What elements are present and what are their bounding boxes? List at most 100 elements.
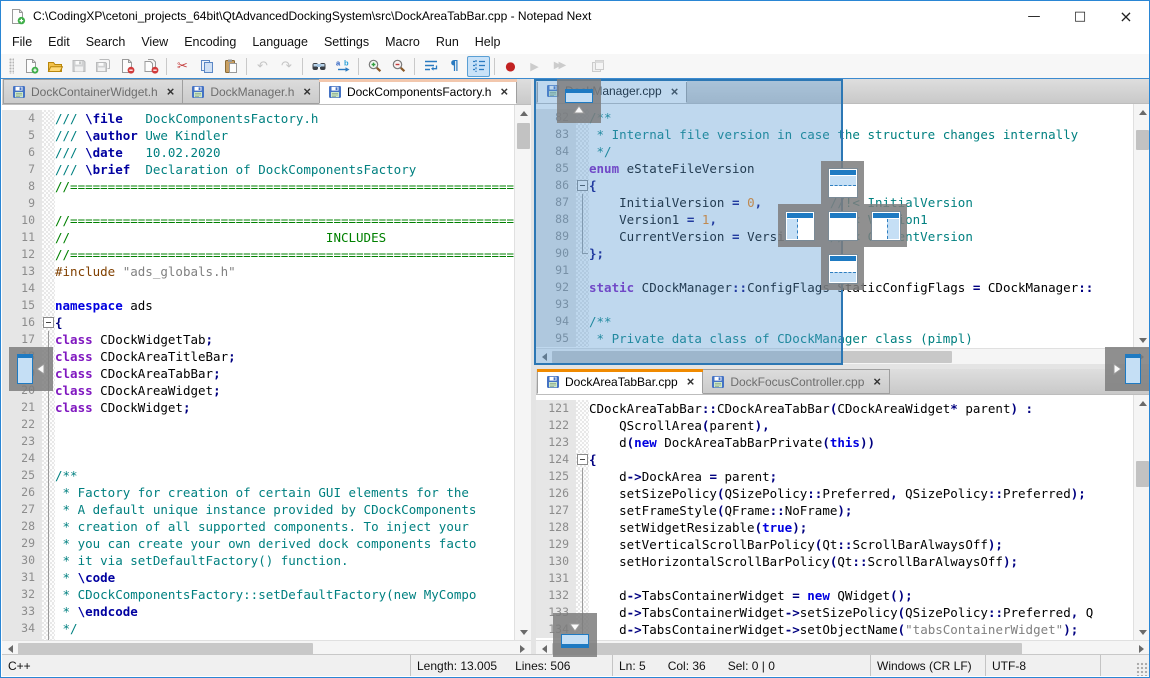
fold-marker[interactable] bbox=[577, 454, 588, 465]
scroll-down-arrow[interactable] bbox=[1134, 624, 1150, 640]
scrollbar-thumb[interactable] bbox=[1136, 130, 1149, 150]
maximize-button[interactable]: □ bbox=[1057, 1, 1103, 31]
cut-button[interactable]: ✂ bbox=[171, 56, 194, 77]
menu-macro[interactable]: Macro bbox=[377, 31, 428, 54]
resize-grip[interactable] bbox=[1136, 662, 1150, 676]
drop-indicator-right[interactable] bbox=[864, 204, 907, 247]
tab-close-icon[interactable]: × bbox=[873, 375, 881, 388]
fold-margin bbox=[42, 484, 55, 501]
line-number: 34 bbox=[2, 620, 42, 637]
fold-margin bbox=[576, 468, 589, 485]
menu-file[interactable]: File bbox=[4, 31, 40, 54]
code-segment: setHorizontalScrollBarPolicy bbox=[589, 554, 830, 569]
close-all-files-button[interactable] bbox=[139, 56, 162, 77]
fold-marker[interactable] bbox=[43, 317, 54, 328]
code-line: 130 setHorizontalScrollBarPolicy(Qt::Scr… bbox=[536, 553, 1133, 570]
tab-close-icon[interactable]: × bbox=[687, 375, 695, 388]
toolbar-grip-handle[interactable] bbox=[9, 58, 14, 74]
code-segment: TabsContainerWidget bbox=[642, 605, 785, 620]
code-line: 26 * Factory for creation of certain GUI… bbox=[2, 484, 514, 501]
fold-margin bbox=[42, 297, 55, 314]
code-segment: CDockAreaTabBar bbox=[93, 366, 213, 381]
toolbar-separator bbox=[414, 58, 415, 75]
indent-guide-button[interactable] bbox=[467, 56, 490, 77]
zoom-out-button[interactable] bbox=[387, 56, 410, 77]
paste-button[interactable] bbox=[219, 56, 242, 77]
record-macro-icon: ● bbox=[505, 60, 515, 72]
copy-button[interactable] bbox=[195, 56, 218, 77]
tab-dockareatabbar-cpp[interactable]: DockAreaTabBar.cpp× bbox=[537, 369, 703, 394]
code-segment: this bbox=[830, 435, 860, 450]
vertical-scrollbar[interactable] bbox=[1133, 104, 1150, 348]
code-segment: QWidget bbox=[830, 588, 890, 603]
drop-indicator-bottom[interactable] bbox=[821, 247, 864, 290]
code-segment: \code bbox=[78, 570, 116, 585]
editor-dockareatabbar[interactable]: 121CDockAreaTabBar::CDockAreaTabBar(CDoc… bbox=[536, 395, 1150, 640]
code-segment: :: bbox=[770, 503, 785, 518]
code-segment: \brief bbox=[85, 162, 130, 177]
find-button[interactable] bbox=[307, 56, 330, 77]
close-file-button[interactable] bbox=[115, 56, 138, 77]
tab-close-icon[interactable]: × bbox=[303, 85, 311, 98]
vertical-scrollbar[interactable] bbox=[1133, 395, 1150, 640]
menu-view[interactable]: View bbox=[133, 31, 176, 54]
tab-close-icon[interactable]: × bbox=[500, 85, 508, 98]
tab-dockfocuscontroller-cpp[interactable]: DockFocusController.cpp× bbox=[702, 369, 890, 394]
code-segment: Q bbox=[1086, 605, 1094, 620]
code-line: 4/// \file DockComponentsFactory.h bbox=[2, 110, 514, 127]
scroll-up-arrow[interactable] bbox=[515, 105, 531, 121]
status-eol-format[interactable]: Windows (CR LF) bbox=[870, 655, 985, 676]
zoom-in-button[interactable] bbox=[363, 56, 386, 77]
drop-indicator-top-edge[interactable] bbox=[557, 79, 601, 123]
scrollbar-thumb[interactable] bbox=[1136, 461, 1149, 487]
monitor-button bbox=[586, 56, 609, 77]
minimize-button[interactable]: — bbox=[1011, 1, 1057, 31]
editor-dockcomponentsfactory[interactable]: 4/// \file DockComponentsFactory.h5/// \… bbox=[2, 105, 531, 640]
new-file-button[interactable] bbox=[19, 56, 42, 77]
replace-button[interactable]: ab bbox=[331, 56, 354, 77]
close-button[interactable]: × bbox=[1103, 1, 1149, 31]
tab-dockcontainerwidget-h[interactable]: DockContainerWidget.h× bbox=[3, 79, 183, 104]
line-number: 122 bbox=[536, 417, 576, 434]
drop-indicator-left[interactable] bbox=[778, 204, 821, 247]
code-segment: namespace bbox=[55, 298, 123, 313]
menu-help[interactable]: Help bbox=[467, 31, 509, 54]
drop-indicator-bottom-edge[interactable] bbox=[553, 613, 597, 657]
status-language[interactable]: C++ bbox=[2, 655, 410, 676]
status-encoding[interactable]: UTF-8 bbox=[985, 655, 1100, 676]
code-line: 18class CDockAreaTitleBar; bbox=[2, 348, 514, 365]
menu-settings[interactable]: Settings bbox=[316, 31, 377, 54]
drop-indicator-top[interactable] bbox=[821, 161, 864, 204]
scroll-up-arrow[interactable] bbox=[1134, 104, 1150, 120]
code-segment: DockAreaTabBarPrivate bbox=[657, 435, 823, 450]
vertical-scrollbar[interactable] bbox=[514, 105, 531, 640]
code-line: 121CDockAreaTabBar::CDockAreaTabBar(CDoc… bbox=[536, 400, 1133, 417]
open-file-button[interactable] bbox=[43, 56, 66, 77]
code-segment: ); bbox=[837, 503, 852, 518]
code-line: 30 * it via setDefaultFactory() function… bbox=[2, 552, 514, 569]
scroll-up-arrow[interactable] bbox=[1134, 395, 1150, 411]
code-segment: * creation of all supported components. … bbox=[55, 519, 469, 534]
show-all-characters-button[interactable]: ¶ bbox=[443, 56, 466, 77]
tab-close-icon[interactable]: × bbox=[167, 85, 175, 98]
menu-run[interactable]: Run bbox=[428, 31, 467, 54]
word-wrap-button[interactable] bbox=[419, 56, 442, 77]
menu-encoding[interactable]: Encoding bbox=[176, 31, 244, 54]
code-line: 21class CDockWidget; bbox=[2, 399, 514, 416]
code-segment: class bbox=[55, 332, 93, 347]
drop-indicator-right-edge[interactable] bbox=[1105, 347, 1149, 391]
record-macro-button[interactable]: ● bbox=[499, 56, 522, 77]
line-number: 7 bbox=[2, 161, 42, 178]
scrollbar-thumb[interactable] bbox=[517, 123, 530, 149]
drop-indicator-left-edge[interactable] bbox=[9, 347, 53, 391]
menu-language[interactable]: Language bbox=[244, 31, 316, 54]
menu-edit[interactable]: Edit bbox=[40, 31, 78, 54]
code-segment: //======================================… bbox=[55, 213, 514, 228]
scroll-down-arrow[interactable] bbox=[1134, 332, 1150, 348]
scroll-down-arrow[interactable] bbox=[515, 624, 531, 640]
tab-dockmanager-h[interactable]: DockManager.h× bbox=[182, 79, 320, 104]
drop-indicator-center[interactable] bbox=[821, 204, 864, 247]
menu-search[interactable]: Search bbox=[78, 31, 134, 54]
toolbar-separator bbox=[494, 58, 495, 75]
tab-dockcomponentsfactory-h[interactable]: DockComponentsFactory.h× bbox=[319, 79, 517, 104]
